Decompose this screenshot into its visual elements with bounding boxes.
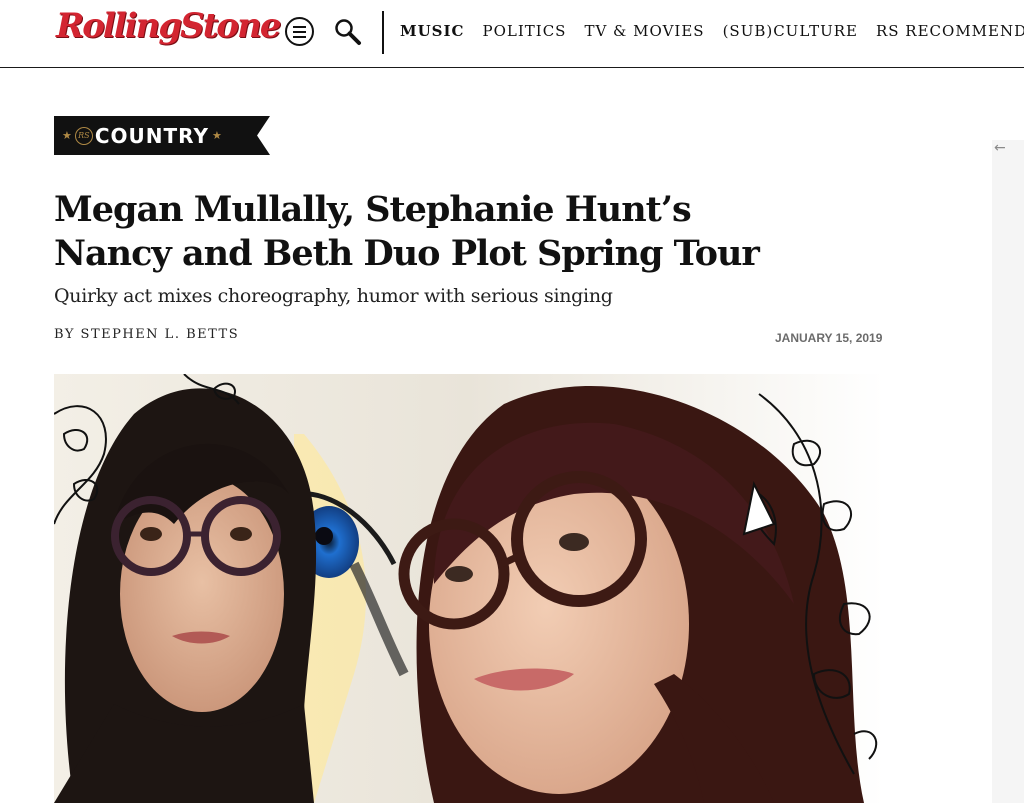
search-icon[interactable] [333, 17, 363, 47]
nav-item-tv-movies[interactable]: TV & MOVIES [584, 22, 704, 40]
menu-icon[interactable] [285, 17, 314, 46]
article-subtitle: Quirky act mixes choreography, humor wit… [54, 285, 613, 307]
article-byline[interactable]: BY STEPHEN L. BETTS [54, 327, 239, 342]
nav-item-subculture[interactable]: (SUB)CULTURE [723, 22, 858, 40]
nav-item-rs-recommends[interactable]: RS RECOMMENDS [876, 22, 1024, 40]
category-badge[interactable]: ★ RS COUNTRY ★ [54, 116, 270, 155]
star-icon: ★ [211, 129, 222, 142]
rs-seal-icon: RS [74, 126, 93, 145]
nav-item-music[interactable]: MUSIC [400, 22, 464, 40]
site-header: RollingStone MUSIC POLITICS TV & MOVIES … [0, 0, 1024, 68]
star-icon: ★ [62, 129, 72, 142]
header-divider [382, 11, 384, 54]
right-rail [992, 140, 1024, 803]
article-title: Megan Mullally, Stephanie Hunt’s Nancy a… [54, 189, 760, 274]
hero-image [54, 374, 884, 803]
category-label: COUNTRY [94, 123, 209, 148]
article-date: JANUARY 15, 2019 [775, 331, 883, 345]
nav-item-politics[interactable]: POLITICS [482, 22, 566, 40]
arrow-left-icon[interactable]: ← [994, 140, 1010, 162]
rolling-stone-logo[interactable]: RollingStone [56, 6, 281, 46]
primary-nav: MUSIC POLITICS TV & MOVIES (SUB)CULTURE … [400, 22, 1024, 40]
